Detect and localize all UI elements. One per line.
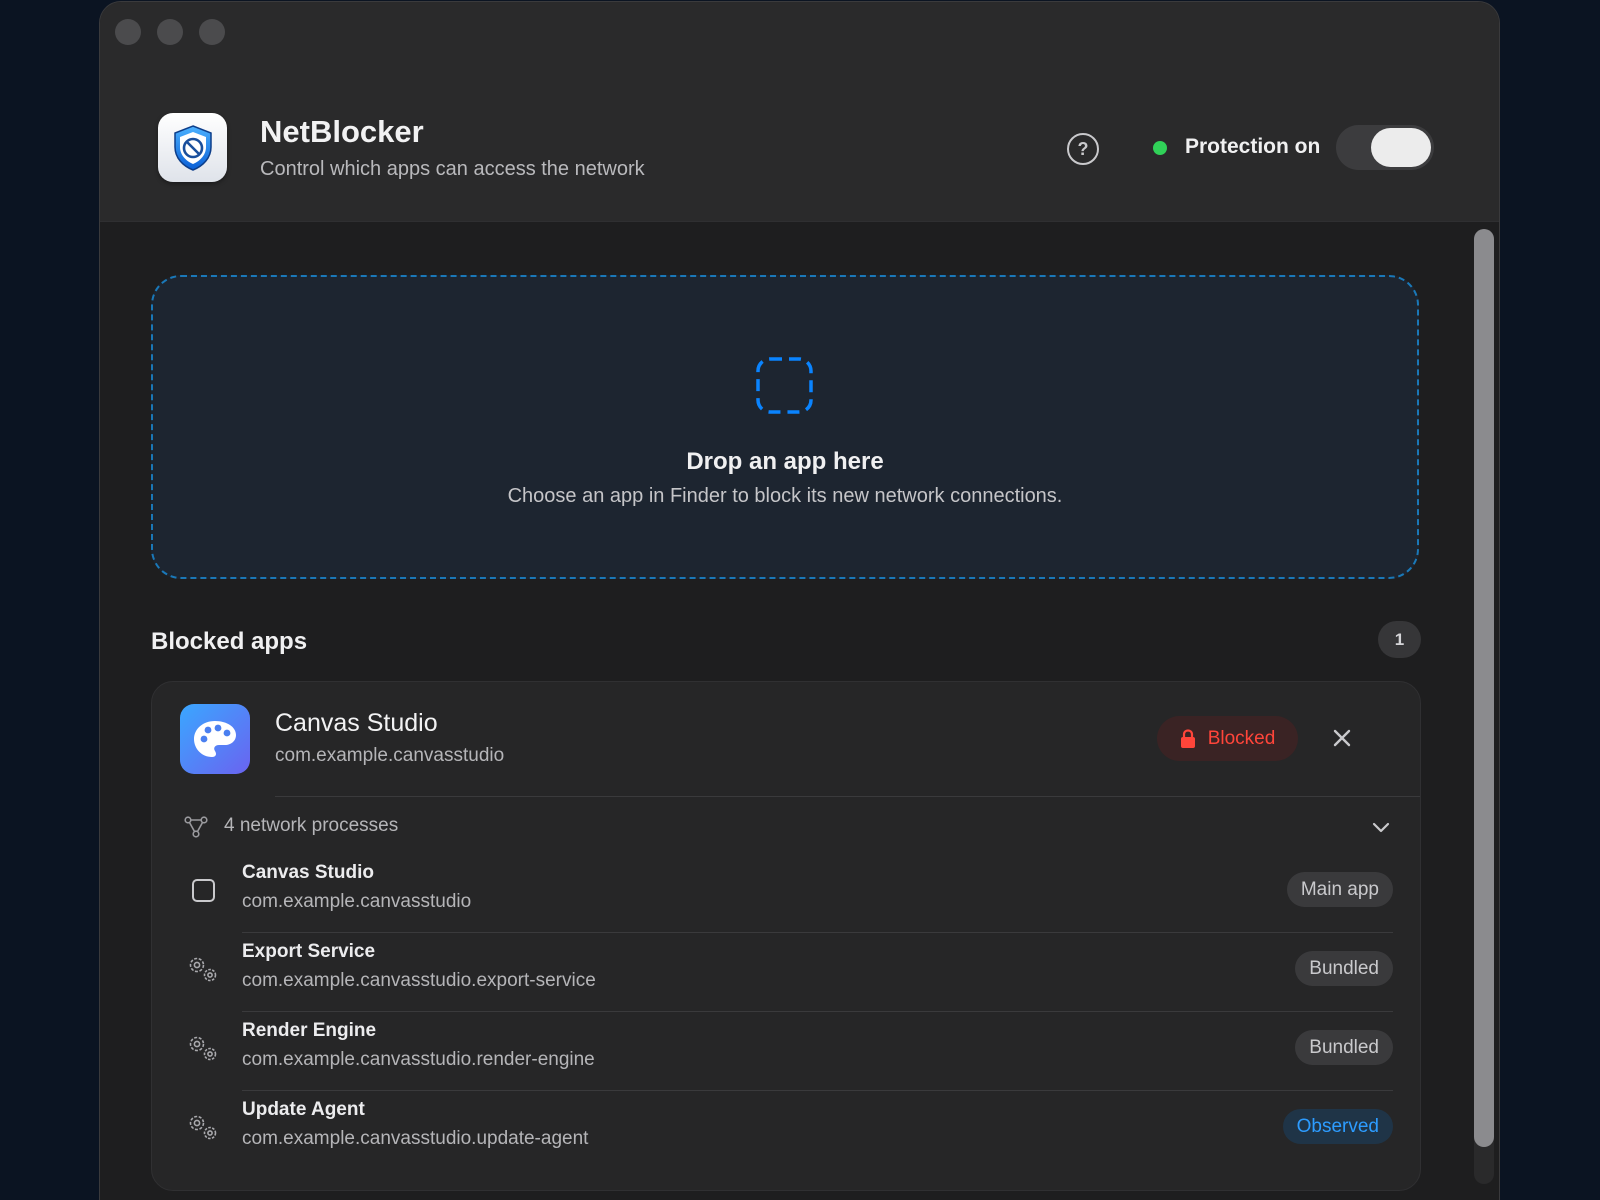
main-content: Drop an app here Choose an app in Finder… bbox=[100, 223, 1499, 1200]
process-bundle-id: com.example.canvasstudio.export-service bbox=[242, 970, 596, 991]
process-bundle-id: com.example.canvasstudio.update-agent bbox=[242, 1128, 589, 1149]
network-processes-toggle[interactable]: 4 network processes bbox=[184, 810, 1392, 844]
question-mark-icon: ? bbox=[1077, 138, 1089, 159]
close-window-button[interactable] bbox=[115, 19, 141, 45]
blocked-apps-heading: Blocked apps bbox=[151, 628, 308, 655]
scrollbar-thumb[interactable] bbox=[1474, 229, 1494, 1147]
process-row: Canvas Studio com.example.canvasstudio M… bbox=[184, 854, 1393, 933]
app-subtitle: Control which apps can access the networ… bbox=[260, 158, 645, 180]
zoom-window-button[interactable] bbox=[199, 19, 225, 45]
protection-status-dot bbox=[1153, 141, 1167, 155]
process-tag: Bundled bbox=[1295, 951, 1393, 986]
chevron-down-icon bbox=[1372, 822, 1390, 833]
process-bundle-id: com.example.canvasstudio.render-engine bbox=[242, 1049, 595, 1070]
app-name: Canvas Studio bbox=[275, 709, 438, 737]
protection-toggle[interactable] bbox=[1336, 125, 1434, 170]
dashed-square-icon bbox=[756, 357, 813, 414]
app-icon bbox=[180, 704, 250, 774]
app-drop-zone[interactable]: Drop an app here Choose an app in Finder… bbox=[151, 275, 1419, 579]
title-bar: NetBlocker Control which apps can access… bbox=[100, 2, 1499, 222]
blocked-status-badge: Blocked bbox=[1157, 716, 1298, 761]
gears-icon bbox=[189, 957, 217, 982]
blocked-status-label: Blocked bbox=[1207, 727, 1276, 749]
process-bundle-id: com.example.canvasstudio bbox=[242, 891, 472, 912]
app-window: NetBlocker Control which apps can access… bbox=[99, 1, 1500, 1200]
gears-icon bbox=[189, 1115, 217, 1140]
process-row: Render Engine com.example.canvasstudio.r… bbox=[184, 1012, 1393, 1091]
process-name: Render Engine bbox=[242, 1020, 377, 1041]
process-name: Export Service bbox=[242, 941, 376, 962]
app-bundle-id: com.example.canvasstudio bbox=[275, 745, 505, 766]
network-processes-label: 4 network processes bbox=[224, 815, 399, 836]
protection-status-label: Protection on bbox=[1185, 135, 1321, 158]
process-name: Canvas Studio bbox=[242, 862, 374, 883]
window-controls bbox=[115, 19, 225, 45]
minimize-window-button[interactable] bbox=[157, 19, 183, 45]
toggle-knob bbox=[1371, 128, 1431, 167]
palette-icon bbox=[194, 721, 236, 757]
netblocker-logo bbox=[158, 113, 227, 182]
process-tag: Observed bbox=[1282, 1109, 1393, 1144]
drop-zone-title: Drop an app here bbox=[686, 448, 884, 475]
blocked-app-card: Canvas Studio com.example.canvasstudio B… bbox=[151, 681, 1421, 1191]
blocked-count-badge: 1 bbox=[1378, 621, 1421, 658]
shield-icon bbox=[173, 124, 212, 171]
help-button[interactable]: ? bbox=[1067, 133, 1099, 165]
app-title: NetBlocker bbox=[260, 114, 424, 149]
drop-zone-description: Choose an app in Finder to block its new… bbox=[507, 485, 1063, 507]
process-name: Update Agent bbox=[242, 1099, 365, 1120]
remove-app-button[interactable] bbox=[1330, 726, 1354, 750]
network-nodes-icon bbox=[184, 816, 208, 838]
card-divider bbox=[275, 796, 1420, 797]
process-row: Export Service com.example.canvasstudio.… bbox=[184, 933, 1393, 1012]
process-row: Update Agent com.example.canvasstudio.up… bbox=[184, 1091, 1393, 1170]
gears-icon bbox=[189, 1036, 217, 1061]
process-tag: Bundled bbox=[1295, 1030, 1393, 1065]
app-window-icon bbox=[192, 879, 215, 902]
lock-icon bbox=[1180, 728, 1195, 748]
process-tag: Main app bbox=[1286, 872, 1393, 907]
process-list: Canvas Studio com.example.canvasstudio M… bbox=[184, 854, 1393, 1170]
